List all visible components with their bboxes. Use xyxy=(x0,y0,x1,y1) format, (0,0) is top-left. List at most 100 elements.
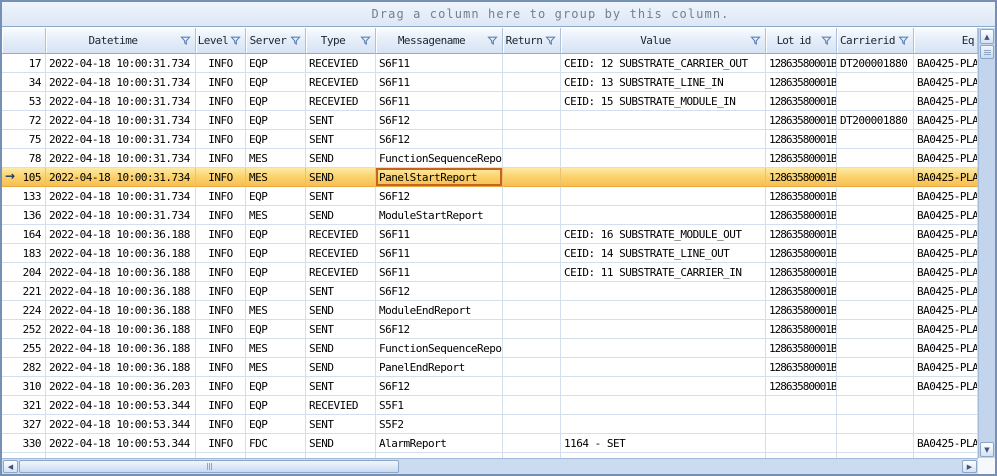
cell-return[interactable] xyxy=(503,434,561,453)
cell-return[interactable] xyxy=(503,225,561,244)
cell-return[interactable] xyxy=(503,187,561,206)
cell-carrierid[interactable] xyxy=(837,263,914,282)
table-row[interactable]: 2522022-04-18 10:00:36.188INFOEQPSENTS6F… xyxy=(2,320,978,339)
cell-type[interactable]: RECEVIED xyxy=(306,396,376,415)
cell-eq[interactable]: BA0425-PLA xyxy=(914,73,978,92)
cell-type[interactable]: SEND xyxy=(306,149,376,168)
cell-lotid[interactable]: 12863580001B xyxy=(766,92,837,111)
cell-carrierid[interactable]: DT200001880 xyxy=(837,54,914,73)
cell-type[interactable]: RECEVIED xyxy=(306,54,376,73)
cell-value[interactable] xyxy=(561,301,766,320)
column-header-eq[interactable]: Eq xyxy=(914,28,978,54)
column-header-value[interactable]: Value xyxy=(561,28,766,54)
cell-value[interactable] xyxy=(561,149,766,168)
cell-value[interactable]: CEID: 11 SUBSTRATE_CARRIER_IN xyxy=(561,263,766,282)
cell-datetime[interactable]: 2022-04-18 10:00:31.734 xyxy=(46,168,196,187)
filter-icon[interactable] xyxy=(898,35,911,46)
cell-rowhead[interactable]: 75 xyxy=(2,130,46,149)
cell-server[interactable]: EQP xyxy=(246,187,306,206)
table-row[interactable]: 1832022-04-18 10:00:36.188INFOEQPRECEVIE… xyxy=(2,244,978,263)
cell-lotid[interactable] xyxy=(766,396,837,415)
cell-value[interactable] xyxy=(561,415,766,434)
cell-eq[interactable]: BA0425-PLA xyxy=(914,168,978,187)
cell-server[interactable]: EQP xyxy=(246,73,306,92)
cell-server[interactable]: MES xyxy=(246,358,306,377)
cell-type[interactable]: SENT xyxy=(306,130,376,149)
cell-carrierid[interactable] xyxy=(837,301,914,320)
cell-datetime[interactable]: 2022-04-18 10:00:31.734 xyxy=(46,187,196,206)
cell-level[interactable]: INFO xyxy=(196,396,246,415)
cell-lotid[interactable]: 12863580001B xyxy=(766,187,837,206)
cell-rowhead[interactable]: 252 xyxy=(2,320,46,339)
cell-value[interactable]: CEID: 13 SUBSTRATE_LINE_IN xyxy=(561,73,766,92)
cell-eq[interactable]: BA0425-PLA xyxy=(914,377,978,396)
cell-lotid[interactable] xyxy=(766,434,837,453)
cell-level[interactable]: INFO xyxy=(196,263,246,282)
cell-rowhead[interactable]: 321 xyxy=(2,396,46,415)
cell-return[interactable] xyxy=(503,415,561,434)
cell-datetime[interactable]: 2022-04-18 10:00:36.188 xyxy=(46,301,196,320)
cell-datetime[interactable]: 2022-04-18 10:00:36.188 xyxy=(46,320,196,339)
table-row[interactable]: 782022-04-18 10:00:31.734INFOMESSENDFunc… xyxy=(2,149,978,168)
filter-icon[interactable] xyxy=(230,35,243,46)
cell-datetime[interactable]: 2022-04-18 10:00:53.344 xyxy=(46,415,196,434)
horizontal-scroll-thumb[interactable] xyxy=(19,460,399,473)
cell-rowhead[interactable]: 330 xyxy=(2,434,46,453)
cell-level[interactable]: INFO xyxy=(196,111,246,130)
table-row[interactable]: 172022-04-18 10:00:31.734INFOEQPRECEVIED… xyxy=(2,54,978,73)
cell-return[interactable] xyxy=(503,320,561,339)
filter-icon[interactable] xyxy=(180,35,193,46)
cell-rowhead[interactable]: 282 xyxy=(2,358,46,377)
cell-server[interactable]: EQP xyxy=(246,225,306,244)
table-row[interactable]: 532022-04-18 10:00:31.734INFOEQPRECEVIED… xyxy=(2,92,978,111)
cell-type[interactable]: SENT xyxy=(306,187,376,206)
scroll-down-button[interactable]: ▼ xyxy=(980,442,994,457)
horizontal-scrollbar[interactable]: ◀ ▶ xyxy=(2,458,978,474)
cell-datetime[interactable]: 2022-04-18 10:00:31.734 xyxy=(46,111,196,130)
cell-datetime[interactable]: 2022-04-18 10:00:36.188 xyxy=(46,263,196,282)
cell-eq[interactable]: BA0425-PLA xyxy=(914,244,978,263)
cell-type[interactable]: SEND xyxy=(306,206,376,225)
cell-level[interactable]: INFO xyxy=(196,244,246,263)
cell-return[interactable] xyxy=(503,130,561,149)
cell-rowhead[interactable]: 164 xyxy=(2,225,46,244)
table-row[interactable]: 1642022-04-18 10:00:36.188INFOEQPRECEVIE… xyxy=(2,225,978,244)
column-header-type[interactable]: Type xyxy=(306,28,376,54)
cell-type[interactable]: SEND xyxy=(306,168,376,187)
cell-server[interactable]: EQP xyxy=(246,320,306,339)
cell-server[interactable]: EQP xyxy=(246,415,306,434)
cell-datetime[interactable]: 2022-04-18 10:00:36.188 xyxy=(46,282,196,301)
cell-level[interactable]: INFO xyxy=(196,377,246,396)
cell-eq[interactable] xyxy=(914,396,978,415)
cell-lotid[interactable]: 12863580001B xyxy=(766,149,837,168)
cell-server[interactable]: EQP xyxy=(246,244,306,263)
cell-value[interactable]: CEID: 14 SUBSTRATE_LINE_OUT xyxy=(561,244,766,263)
vertical-scroll-thumb[interactable] xyxy=(980,45,994,59)
cell-value[interactable] xyxy=(561,168,766,187)
cell-carrierid[interactable] xyxy=(837,320,914,339)
cell-server[interactable]: EQP xyxy=(246,111,306,130)
cell-carrierid[interactable] xyxy=(837,225,914,244)
cell-return[interactable] xyxy=(503,396,561,415)
cell-return[interactable] xyxy=(503,282,561,301)
column-header-server[interactable]: Server xyxy=(246,28,306,54)
cell-eq[interactable] xyxy=(914,415,978,434)
cell-eq[interactable]: BA0425-PLA xyxy=(914,111,978,130)
cell-messagename[interactable]: S6F12 xyxy=(376,187,503,206)
cell-datetime[interactable]: 2022-04-18 10:00:36.188 xyxy=(46,225,196,244)
cell-server[interactable]: MES xyxy=(246,206,306,225)
cell-value[interactable] xyxy=(561,320,766,339)
cell-messagename[interactable]: PanelEndReport xyxy=(376,358,503,377)
cell-carrierid[interactable] xyxy=(837,206,914,225)
cell-datetime[interactable]: 2022-04-18 10:00:36.188 xyxy=(46,244,196,263)
cell-eq[interactable]: BA0425-PLA xyxy=(914,301,978,320)
cell-messagename[interactable]: S6F11 xyxy=(376,263,503,282)
table-row[interactable]: 3272022-04-18 10:00:53.344INFOEQPSENTS5F… xyxy=(2,415,978,434)
scroll-up-button[interactable]: ▲ xyxy=(980,29,994,44)
cell-messagename[interactable]: S6F12 xyxy=(376,130,503,149)
cell-carrierid[interactable] xyxy=(837,434,914,453)
cell-server[interactable]: MES xyxy=(246,168,306,187)
cell-value[interactable] xyxy=(561,130,766,149)
cell-lotid[interactable]: 12863580001B xyxy=(766,282,837,301)
cell-lotid[interactable]: 12863580001B xyxy=(766,168,837,187)
